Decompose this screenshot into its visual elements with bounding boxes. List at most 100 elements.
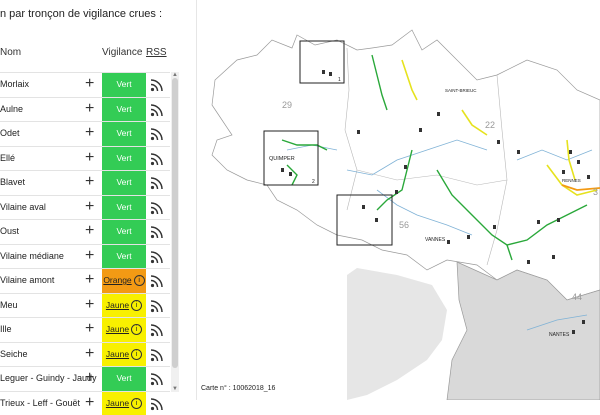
dept-label-35: 3	[593, 187, 598, 197]
section-name: Leguer - Guindy - Jaudy	[0, 373, 97, 383]
plus-icon[interactable]: +	[85, 345, 94, 363]
section-name: Seiche	[0, 349, 28, 359]
vigilance-level[interactable]: Jaune	[106, 398, 129, 408]
rss-icon[interactable]	[150, 323, 164, 337]
section-name: Trieux - Leff - Gouët	[0, 398, 80, 408]
section-name: Vilaine médiane	[0, 251, 64, 261]
vigilance-level: Vert	[116, 226, 131, 236]
list-item[interactable]: Blavet + Vert	[0, 170, 170, 195]
plus-icon[interactable]: +	[85, 320, 94, 338]
vigilance-badge: Vert	[102, 171, 146, 195]
vigilance-badge[interactable]: Orangei	[102, 269, 146, 293]
vigilance-badge[interactable]: Jaunei	[102, 294, 146, 318]
vigilance-badge: Vert	[102, 367, 146, 391]
vigilance-map[interactable]: 1 2 29 22 56 44 3 QUIMPER SAINT-BRIEUC R…	[197, 0, 600, 400]
list-item[interactable]: Ellé + Vert	[0, 146, 170, 171]
plus-icon[interactable]: +	[85, 149, 94, 167]
rss-icon[interactable]	[150, 152, 164, 166]
vigilance-badge: Vert	[102, 73, 146, 97]
plus-icon[interactable]: +	[85, 369, 94, 387]
vigilance-level[interactable]: Jaune	[106, 300, 129, 310]
vigilance-level: Vert	[116, 153, 131, 163]
list-item[interactable]: Meu+Jaunei	[0, 293, 170, 318]
rss-icon[interactable]	[150, 225, 164, 239]
rss-icon[interactable]	[150, 78, 164, 92]
list-item[interactable]: Leguer - Guindy - Jaudy+ Vert	[0, 366, 170, 391]
rss-icon[interactable]	[150, 372, 164, 386]
vigilance-level: Vert	[116, 251, 131, 261]
city-rennes: RENNES	[562, 178, 581, 183]
list-item[interactable]: Vilaine amont + Orangei	[0, 268, 170, 293]
plus-icon[interactable]: +	[85, 247, 94, 265]
rss-icon[interactable]	[150, 103, 164, 117]
column-header-name: Nom	[0, 47, 21, 58]
rss-icon[interactable]	[150, 176, 164, 190]
vigilance-level: Vert	[116, 373, 131, 383]
rss-icon[interactable]	[150, 348, 164, 362]
list-item[interactable]: Vilaine médiane + Vert	[0, 244, 170, 269]
info-icon[interactable]: i	[131, 324, 142, 335]
list-item[interactable]: Seiche + Jaunei	[0, 342, 170, 367]
list-item[interactable]: Morlaix + Vert	[0, 72, 170, 97]
dept-label-56: 56	[399, 220, 409, 230]
plus-icon[interactable]: +	[85, 394, 94, 412]
vigilance-badge[interactable]: Jaunei	[102, 318, 146, 342]
info-icon[interactable]: i	[131, 398, 142, 409]
section-name: Ellé	[0, 153, 15, 163]
scrollbar[interactable]: ▲ ▼	[171, 72, 179, 392]
section-name: Vilaine aval	[0, 202, 46, 212]
section-name: Morlaix	[0, 79, 29, 89]
info-icon[interactable]: i	[131, 300, 142, 311]
rss-icon[interactable]	[150, 299, 164, 313]
plus-icon[interactable]: +	[85, 271, 94, 289]
vigilance-badge: Vert	[102, 147, 146, 171]
vigilance-badge[interactable]: Jaunei	[102, 343, 146, 367]
dept-label-22: 22	[485, 120, 495, 130]
plus-icon[interactable]: +	[85, 173, 94, 191]
city-vannes: VANNES	[425, 237, 446, 243]
list-item[interactable]: Aulne + Vert	[0, 97, 170, 122]
city-quimper: QUIMPER	[269, 156, 295, 162]
vigilance-level[interactable]: Orange	[103, 275, 131, 285]
vigilance-level: Vert	[116, 104, 131, 114]
plus-icon[interactable]: +	[85, 75, 94, 93]
panel-heading: n par tronçon de vigilance crues :	[0, 8, 162, 20]
list-item[interactable]: Trieux - Leff - Gouët + Jaunei	[0, 391, 170, 415]
plus-icon[interactable]: +	[85, 100, 94, 118]
vigilance-badge: Vert	[102, 196, 146, 220]
plus-icon[interactable]: +	[85, 222, 94, 240]
dept-label-44: 44	[572, 292, 582, 302]
section-name: Ille	[0, 324, 12, 334]
list-item[interactable]: Ille + Jaunei	[0, 317, 170, 342]
list-item[interactable]: Oust+Vert	[0, 219, 170, 244]
inset-label-2: 2	[312, 179, 315, 185]
list-item[interactable]: Vilaine aval + Vert	[0, 195, 170, 220]
section-name: Blavet	[0, 177, 25, 187]
section-name: Vilaine amont	[0, 275, 54, 285]
scroll-down-icon[interactable]: ▼	[171, 386, 179, 392]
vigilance-badge: Vert	[102, 220, 146, 244]
plus-icon[interactable]: +	[85, 124, 94, 142]
vigilance-level[interactable]: Jaune	[106, 349, 129, 359]
vigilance-level[interactable]: Jaune	[106, 324, 129, 334]
rss-icon[interactable]	[150, 127, 164, 141]
column-header-rss[interactable]: RSS	[146, 47, 167, 58]
rss-icon[interactable]	[150, 201, 164, 215]
plus-icon[interactable]: +	[85, 296, 94, 314]
rss-icon[interactable]	[150, 250, 164, 264]
vigilance-panel: n par tronçon de vigilance crues : Nom V…	[0, 0, 192, 400]
plus-icon[interactable]: +	[85, 198, 94, 216]
scrollbar-thumb[interactable]	[172, 78, 178, 368]
city-saint-brieuc: SAINT-BRIEUC	[445, 88, 477, 93]
coast-south-grey	[347, 268, 447, 400]
list-item[interactable]: Odet+Vert	[0, 121, 170, 146]
column-header-vigilance: Vigilance	[102, 47, 142, 58]
info-icon[interactable]: i	[134, 275, 145, 286]
section-name: Aulne	[0, 104, 23, 114]
section-name: Odet	[0, 128, 20, 138]
vigilance-badge[interactable]: Jaunei	[102, 392, 146, 415]
info-icon[interactable]: i	[131, 349, 142, 360]
rss-icon[interactable]	[150, 397, 164, 411]
vigilance-level: Vert	[116, 79, 131, 89]
rss-icon[interactable]	[150, 274, 164, 288]
